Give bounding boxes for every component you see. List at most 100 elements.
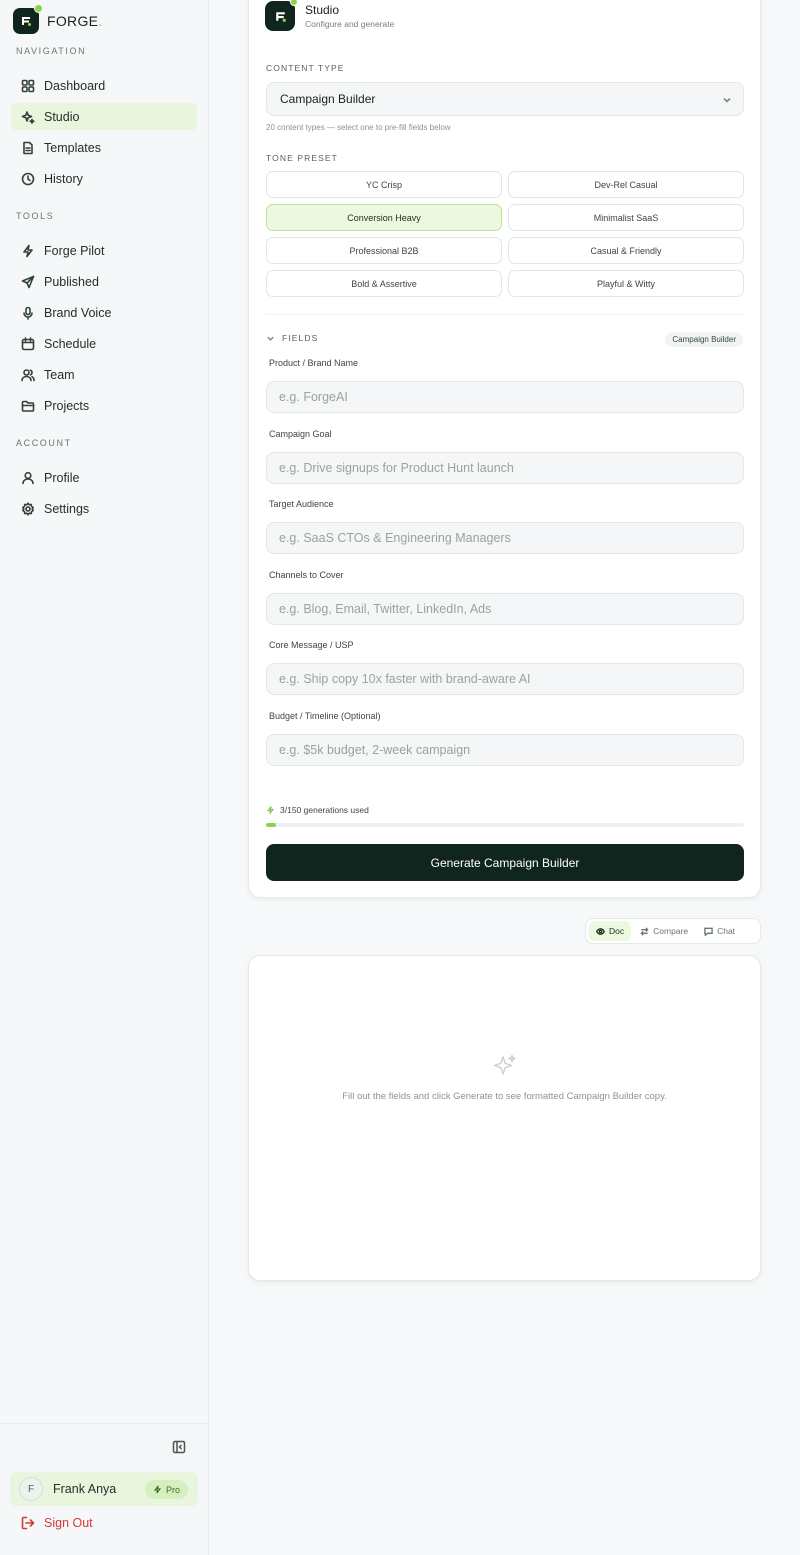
field-label: Core Message / USP — [269, 640, 354, 650]
user-name: Frank Anya — [53, 1482, 117, 1496]
eye-icon — [596, 927, 605, 935]
tone-option[interactable]: Minimalist SaaS — [508, 204, 744, 231]
sidebar-collapse-icon — [172, 1440, 186, 1454]
tone-preset-grid: YC Crisp Dev-Rel Casual Conversion Heavy… — [266, 171, 744, 297]
sidebar-item-team[interactable]: Team — [11, 361, 197, 388]
plan-badge: Pro — [144, 1480, 188, 1499]
tone-option[interactable]: Bold & Assertive — [266, 270, 502, 297]
sidebar-item-forge-pilot[interactable]: Forge Pilot — [11, 237, 197, 264]
sidebar-item-templates[interactable]: Templates — [11, 134, 197, 161]
chevron-down-icon — [723, 97, 731, 103]
tone-option[interactable]: YC Crisp — [266, 171, 502, 198]
usage-counter: 3/150 generations used — [266, 805, 369, 815]
sidebar-item-schedule[interactable]: Schedule — [11, 330, 197, 357]
channels-input[interactable] — [266, 593, 744, 625]
budget-timeline-input[interactable] — [266, 734, 744, 766]
nav-section-label: NAVIGATION — [16, 46, 87, 56]
fields-toggle[interactable]: FIELDS — [266, 333, 318, 343]
tab-chat[interactable]: Chat — [697, 921, 742, 941]
usage-progress-fill — [266, 823, 276, 827]
generate-button[interactable]: Generate Campaign Builder — [266, 844, 744, 881]
page-subtitle: Configure and generate — [305, 19, 395, 29]
sidebar-item-profile[interactable]: Profile — [11, 464, 197, 491]
content-type-label: CONTENT TYPE — [266, 63, 345, 73]
tone-option[interactable]: Professional B2B — [266, 237, 502, 264]
empty-state-message: Fill out the fields and click Generate t… — [342, 1091, 667, 1102]
sidebar-item-label: Brand Voice — [44, 305, 112, 320]
tab-doc[interactable]: Doc — [589, 921, 632, 941]
fields-label: FIELDS — [282, 333, 319, 343]
sidebar-item-label: Team — [44, 367, 75, 382]
field-label: Campaign Goal — [269, 429, 332, 439]
product-name-input[interactable] — [266, 381, 744, 413]
tone-option[interactable]: Playful & Witty — [508, 270, 744, 297]
nav-section-label: TOOLS — [16, 211, 55, 221]
output-view-switcher: Doc Compare Chat — [585, 918, 761, 944]
sparkles-icon — [492, 1053, 518, 1079]
tone-option[interactable]: Casual & Friendly — [508, 237, 744, 264]
sidebar-item-projects[interactable]: Projects — [11, 392, 197, 419]
calendar-icon — [21, 336, 35, 350]
bolt-icon — [153, 1485, 162, 1494]
studio-logo-icon — [265, 0, 298, 31]
clock-icon — [21, 172, 35, 185]
bolt-icon — [266, 806, 275, 814]
usage-text: 3/150 generations used — [280, 805, 369, 815]
output-panel: Fill out the fields and click Generate t… — [248, 955, 761, 1281]
swap-icon — [640, 926, 649, 936]
field-label: Product / Brand Name — [269, 358, 359, 368]
sidebar-item-label: Projects — [44, 398, 90, 413]
sidebar-item-settings[interactable]: Settings — [11, 495, 197, 522]
sidebar: FORGE. NAVIGATION Dashboard Studio Templ… — [0, 0, 209, 1555]
sidebar-item-label: Dashboard — [44, 78, 106, 93]
send-icon — [21, 275, 35, 288]
plan-badge-label: Pro — [165, 1484, 180, 1495]
sidebar-item-brand-voice[interactable]: Brand Voice — [11, 299, 197, 326]
forge-logo-icon — [13, 4, 43, 34]
field-label: Channels to Cover — [269, 570, 344, 580]
sidebar-item-label: Studio — [44, 109, 80, 124]
sidebar-item-label: History — [44, 171, 83, 186]
page-title: Studio — [305, 3, 340, 17]
nav-section-label: ACCOUNT — [16, 438, 72, 448]
studio-header: Studio Configure and generate — [265, 0, 395, 31]
sidebar-item-label: Published — [44, 274, 99, 289]
sidebar-item-dashboard[interactable]: Dashboard — [11, 72, 197, 99]
folder-icon — [21, 400, 35, 412]
sidebar-item-history[interactable]: History — [11, 165, 197, 192]
brand-logo[interactable]: FORGE. — [13, 4, 103, 34]
sign-out-button[interactable]: Sign Out — [21, 1516, 93, 1530]
sidebar-item-label: Schedule — [44, 336, 97, 351]
users-icon — [21, 368, 35, 381]
tab-label: Doc — [609, 926, 625, 936]
sidebar-item-label: Settings — [44, 501, 90, 516]
tone-option[interactable]: Dev-Rel Casual — [508, 171, 744, 198]
sparkles-icon — [21, 110, 35, 124]
user-icon — [22, 471, 34, 484]
campaign-goal-input[interactable] — [266, 452, 744, 484]
sidebar-item-published[interactable]: Published — [11, 268, 197, 295]
target-audience-input[interactable] — [266, 522, 744, 554]
tone-preset-label: TONE PRESET — [266, 153, 338, 163]
field-label: Target Audience — [269, 499, 334, 509]
usage-progress-bar — [266, 823, 744, 827]
core-message-input[interactable] — [266, 663, 744, 695]
sidebar-item-studio[interactable]: Studio — [11, 103, 197, 130]
content-type-select[interactable]: Campaign Builder — [266, 82, 744, 116]
sidebar-item-label: Profile — [44, 470, 80, 485]
user-card[interactable]: F Frank Anya Pro — [10, 1472, 198, 1506]
sidebar-divider — [0, 1423, 208, 1424]
sidebar-item-label: Forge Pilot — [44, 243, 105, 258]
sidebar-item-label: Templates — [44, 140, 101, 155]
tab-label: Compare — [653, 926, 689, 936]
collapse-sidebar-button[interactable] — [172, 1440, 186, 1454]
tab-label: Chat — [717, 926, 736, 936]
sign-out-label: Sign Out — [44, 1516, 93, 1530]
gear-icon — [22, 501, 34, 516]
bolt-icon — [23, 244, 33, 257]
logout-icon — [21, 1516, 35, 1530]
studio-card: Studio Configure and generate CONTENT TY… — [248, 0, 761, 898]
tab-compare[interactable]: Compare — [633, 921, 695, 941]
tone-option-selected[interactable]: Conversion Heavy — [266, 204, 502, 231]
brand-name: FORGE. — [47, 13, 103, 29]
